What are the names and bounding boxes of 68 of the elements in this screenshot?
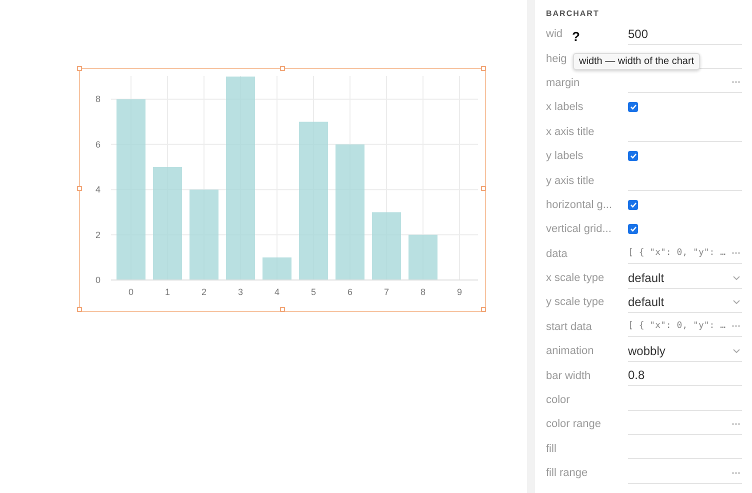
x-tick-label: 6 [348, 287, 352, 297]
x-tick-label: 8 [420, 287, 426, 297]
field-label: start data [546, 320, 592, 333]
resize-handle[interactable] [280, 307, 285, 312]
help-cursor: ? [572, 29, 580, 44]
field-label: x axis title [546, 126, 594, 138]
field-label: fill [546, 442, 556, 455]
resize-handle[interactable] [77, 186, 82, 191]
more-icon[interactable] [732, 422, 740, 425]
field-label: bar width [546, 370, 591, 382]
more-icon[interactable] [732, 472, 740, 474]
y-tick-label: 0 [96, 275, 100, 285]
x-tick-label: 3 [238, 287, 243, 297]
field-label: heig [546, 52, 567, 65]
y-tick-label: 4 [96, 184, 100, 195]
checkbox[interactable] [628, 151, 638, 162]
checkbox[interactable] [628, 224, 638, 234]
checkbox[interactable] [628, 102, 638, 112]
y-tick-label: 2 [96, 230, 100, 240]
x-tick-label: 9 [457, 287, 462, 297]
select-field[interactable]: default [628, 292, 742, 313]
chart-selection[interactable]: 0 2 4 6 8 0 1 2 3 4 5 6 7 8 9 [79, 68, 486, 312]
y-tick-label: 6 [96, 139, 100, 150]
x-tick-label: 5 [311, 287, 316, 297]
field-label: vertical grid... [546, 223, 612, 236]
bar [262, 257, 292, 280]
code-field[interactable]: [ { "x": 0, "y": … [628, 316, 742, 338]
more-icon[interactable] [732, 81, 740, 84]
text-field[interactable]: 0.8 [628, 365, 742, 386]
x-tick-label: 0 [128, 287, 134, 297]
resize-handle[interactable] [280, 66, 285, 71]
resize-handle[interactable] [481, 307, 486, 312]
more-icon[interactable] [732, 252, 740, 254]
field-label: x labels [546, 101, 584, 114]
chevron-down-icon[interactable] [733, 300, 740, 304]
bar [372, 212, 401, 280]
more-icon[interactable] [732, 325, 740, 328]
code-field[interactable]: [ { "x": 0, "y": … [628, 243, 742, 264]
field-label: margin [546, 76, 580, 89]
resize-handle[interactable] [77, 66, 82, 71]
field-label: y labels [546, 150, 584, 162]
field-label: color range [546, 418, 602, 430]
field-label: y axis title [546, 174, 594, 187]
chevron-down-icon[interactable] [733, 276, 740, 280]
checkbox[interactable] [628, 200, 638, 210]
field-label: data [546, 248, 568, 260]
resize-handle[interactable] [77, 307, 82, 312]
resize-handle[interactable] [481, 186, 486, 191]
field-label: horizontal g... [546, 198, 612, 211]
field-label: wid [546, 28, 563, 40]
x-tick-label: 4 [274, 287, 280, 297]
field-label: x scale type [546, 272, 604, 284]
text-field[interactable]: 500 [628, 24, 742, 45]
select-field[interactable]: default [628, 268, 742, 289]
tooltip: width — width of the chart [573, 53, 700, 70]
field-label: fill range [546, 467, 588, 480]
field-label: animation [546, 345, 594, 358]
field-label: color [546, 394, 570, 406]
panel-title: BARCHART [546, 9, 600, 20]
select-field[interactable]: wobbly [628, 340, 742, 362]
x-tick-label: 1 [165, 287, 170, 297]
chevron-down-icon[interactable] [733, 348, 740, 353]
x-tick-label: 7 [384, 287, 389, 297]
y-tick-label: 8 [96, 94, 100, 104]
resize-handle[interactable] [481, 66, 486, 71]
x-tick-label: 2 [202, 287, 206, 297]
field-label: y scale type [546, 296, 604, 308]
bar [408, 234, 438, 280]
